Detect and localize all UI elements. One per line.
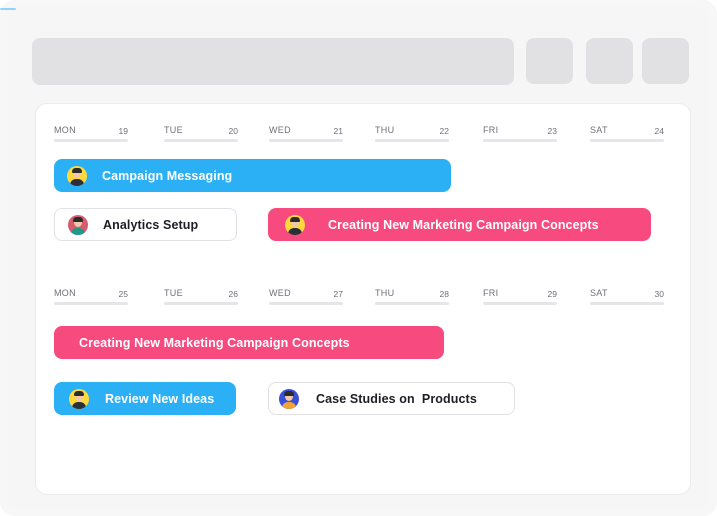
day-name: SAT xyxy=(590,288,608,298)
day-number: 20 xyxy=(228,126,238,136)
day-header-tue: TUE 20 xyxy=(164,125,238,147)
event-label: Creating New Marketing Campaign Concepts xyxy=(328,217,599,232)
day-number: 28 xyxy=(439,289,449,299)
user-avatar-icon xyxy=(69,388,89,409)
day-divider xyxy=(164,139,238,142)
event-label: Analytics Setup xyxy=(103,217,199,232)
day-name: MON xyxy=(54,288,76,298)
day-name: TUE xyxy=(164,125,183,135)
day-header-sat: SAT 24 xyxy=(590,125,664,147)
day-header-fri: FRI 23 xyxy=(483,125,557,147)
day-number: 25 xyxy=(118,289,128,299)
user-avatar-icon xyxy=(67,165,87,186)
day-divider xyxy=(54,302,128,305)
day-name: SAT xyxy=(590,125,608,135)
day-header-thu: THU 22 xyxy=(375,125,449,147)
day-divider xyxy=(483,302,557,305)
day-number: 23 xyxy=(547,126,557,136)
day-divider xyxy=(269,139,343,142)
day-header-wed: WED 27 xyxy=(269,288,343,310)
day-number: 30 xyxy=(654,289,664,299)
event-label: Case Studies on Products xyxy=(316,391,477,406)
day-divider xyxy=(375,302,449,305)
day-number: 26 xyxy=(228,289,238,299)
day-divider xyxy=(269,302,343,305)
day-divider xyxy=(54,139,128,142)
day-number: 24 xyxy=(654,126,664,136)
event-label: Campaign Messaging xyxy=(102,168,233,183)
toolbar-button-2[interactable] xyxy=(586,38,633,84)
day-header-wed: WED 21 xyxy=(269,125,343,147)
day-number: 29 xyxy=(547,289,557,299)
event-analytics-setup[interactable]: Analytics Setup xyxy=(54,208,237,241)
day-header-tue: TUE 26 xyxy=(164,288,238,310)
day-name: TUE xyxy=(164,288,183,298)
toolbar-button-1[interactable] xyxy=(526,38,573,84)
day-name: THU xyxy=(375,288,395,298)
day-number: 22 xyxy=(439,126,449,136)
day-name: WED xyxy=(269,125,291,135)
day-header-mon: MON 25 xyxy=(54,288,128,310)
day-header-thu: THU 28 xyxy=(375,288,449,310)
event-campaign-messaging[interactable]: Campaign Messaging xyxy=(54,159,451,192)
day-name: WED xyxy=(269,288,291,298)
event-creating-concepts[interactable]: Creating New Marketing Campaign Concepts xyxy=(268,208,651,241)
day-number: 19 xyxy=(118,126,128,136)
day-divider xyxy=(590,302,664,305)
calendar-panel: MON 19 TUE 20 WED 21 THU 22 FRI 23 SAT 2… xyxy=(35,103,691,495)
day-name: THU xyxy=(375,125,395,135)
day-number: 21 xyxy=(333,126,343,136)
day-divider xyxy=(590,139,664,142)
event-case-studies[interactable]: Case Studies on Products xyxy=(268,382,515,415)
day-divider xyxy=(483,139,557,142)
event-label: Creating New Marketing Campaign Concepts xyxy=(79,335,350,350)
day-divider xyxy=(375,139,449,142)
day-divider xyxy=(164,302,238,305)
day-header-sat: SAT 30 xyxy=(590,288,664,310)
app-frame: MON 19 TUE 20 WED 21 THU 22 FRI 23 SAT 2… xyxy=(0,0,717,516)
day-header-mon: MON 19 xyxy=(54,125,128,147)
day-name: MON xyxy=(54,125,76,135)
user-avatar-icon xyxy=(279,388,299,409)
day-name: FRI xyxy=(483,125,499,135)
user-avatar-icon xyxy=(285,214,305,235)
day-number: 27 xyxy=(333,289,343,299)
day-header-fri: FRI 29 xyxy=(483,288,557,310)
event-label: Review New Ideas xyxy=(105,391,215,406)
event-creating-concepts[interactable]: Creating New Marketing Campaign Concepts xyxy=(54,326,444,359)
event-review-new-ideas[interactable]: Review New Ideas xyxy=(54,382,236,415)
search-bar-placeholder[interactable] xyxy=(32,38,514,85)
toolbar-button-3[interactable] xyxy=(642,38,689,84)
user-avatar-icon xyxy=(68,214,88,235)
day-name: FRI xyxy=(483,288,499,298)
corner-accent xyxy=(0,8,16,10)
